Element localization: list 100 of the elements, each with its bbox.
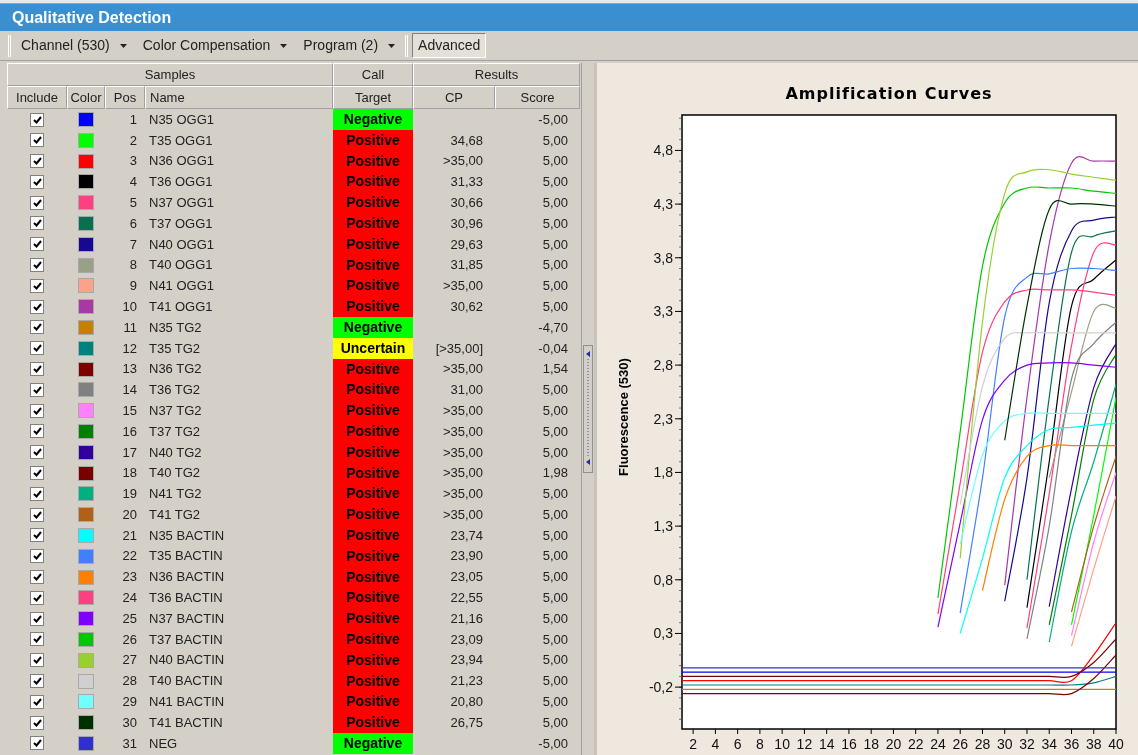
cp-value: 23,74: [450, 526, 483, 545]
column-header[interactable]: Color: [67, 86, 105, 109]
include-checkbox[interactable]: [30, 674, 44, 688]
include-checkbox[interactable]: [30, 154, 44, 169]
include-checkbox[interactable]: [30, 195, 44, 210]
include-checkbox[interactable]: [30, 528, 44, 543]
sample-name: T40 OGG1: [149, 256, 213, 275]
include-checkbox[interactable]: [30, 486, 44, 501]
position-text: 28: [122, 672, 137, 691]
position-text: 20: [122, 505, 137, 524]
x-tick-label: 40: [1108, 736, 1124, 752]
column-header[interactable]: Target: [333, 86, 413, 109]
y-tick-label: 4,3: [653, 196, 673, 213]
position-text: 15: [122, 401, 137, 420]
include-checkbox[interactable]: [30, 341, 44, 356]
include-checkbox[interactable]: [30, 320, 44, 335]
include-checkbox[interactable]: [30, 299, 44, 314]
score-value: 5,00: [542, 505, 568, 524]
sample-name: N41 TG2: [149, 485, 202, 504]
chart-title: Amplification Curves: [785, 84, 993, 103]
toolbar-dropdown[interactable]: Color Compensation: [136, 33, 294, 58]
x-tick-label: 22: [907, 736, 924, 752]
window-title: Qualitative Detection: [0, 4, 1138, 31]
sample-name: N37 BACTIN: [149, 609, 225, 628]
include-checkbox[interactable]: [30, 216, 44, 231]
call-label: Positive: [333, 420, 413, 442]
column-header[interactable]: Score: [495, 86, 580, 109]
cp-value: 21,23: [450, 672, 483, 691]
include-checkbox[interactable]: [30, 611, 44, 626]
x-tick-label: 8: [756, 736, 764, 752]
column-header[interactable]: Name: [145, 86, 333, 109]
sample-name: N36 BACTIN: [149, 568, 225, 587]
include-checkbox[interactable]: [30, 278, 44, 293]
include-checkbox[interactable]: [30, 632, 44, 647]
include-checkbox[interactable]: [30, 549, 44, 564]
toolbar-dropdown[interactable]: Program (2): [297, 33, 402, 58]
include-checkbox[interactable]: [30, 382, 44, 397]
cp-value: 22,55: [450, 589, 483, 608]
include-checkbox[interactable]: [30, 362, 44, 377]
position-text: 31: [122, 734, 137, 753]
position-text: 30: [122, 713, 137, 732]
call-label: Positive: [333, 213, 413, 234]
column-group-header: Call: [333, 63, 413, 86]
call-label: Positive: [333, 524, 413, 546]
include-checkbox[interactable]: [30, 258, 44, 273]
position-text: 10: [122, 297, 137, 316]
cp-value: [>35,00]: [435, 339, 483, 358]
call-label: Negative: [333, 109, 413, 130]
include-checkbox[interactable]: [30, 237, 44, 252]
call-label: Positive: [333, 275, 413, 297]
include-checkbox[interactable]: [30, 736, 44, 751]
position-text: 25: [122, 609, 137, 628]
cp-value: 29,63: [450, 235, 483, 254]
include-checkbox[interactable]: [30, 694, 44, 709]
include-checkbox[interactable]: [30, 570, 44, 585]
splitter-handle[interactable]: [583, 345, 593, 473]
x-tick-label: 4: [711, 736, 720, 752]
call-label: Positive: [333, 254, 413, 276]
include-checkbox[interactable]: [30, 590, 44, 605]
call-label: Positive: [333, 150, 413, 172]
score-value: 5,00: [542, 693, 568, 712]
x-tick-label: 24: [930, 736, 946, 752]
call-label: Positive: [333, 649, 413, 671]
include-checkbox[interactable]: [30, 403, 44, 418]
include-checkbox[interactable]: [30, 424, 44, 439]
score-value: 5,00: [542, 651, 568, 670]
include-checkbox[interactable]: [30, 445, 44, 460]
position-text: 29: [122, 693, 137, 712]
y-tick-label: 2,3: [653, 410, 673, 427]
cp-value: 23,90: [450, 547, 483, 566]
include-checkbox[interactable]: [30, 133, 44, 148]
column-group-header: Samples: [7, 63, 333, 86]
call-label: Positive: [333, 462, 413, 484]
call-label: Positive: [333, 358, 413, 380]
call-label: Negative: [333, 316, 413, 338]
x-tick-label: 30: [996, 736, 1013, 752]
cp-value: >35,00: [442, 152, 483, 171]
cp-value: 34,68: [450, 131, 483, 150]
call-label: Positive: [333, 233, 413, 255]
include-checkbox[interactable]: [30, 466, 44, 481]
score-value: 5,00: [542, 277, 568, 296]
toolbar-dropdown[interactable]: Channel (530): [15, 33, 133, 58]
sample-name: N36 TG2: [149, 360, 202, 379]
cp-value: 23,94: [450, 651, 483, 670]
column-header[interactable]: CP: [413, 86, 495, 109]
include-checkbox[interactable]: [30, 715, 44, 730]
include-checkbox[interactable]: [30, 507, 44, 522]
position-text: 26: [122, 630, 137, 649]
include-checkbox[interactable]: [30, 112, 44, 127]
x-tick-label: 14: [818, 736, 835, 752]
position-text: 2: [129, 131, 137, 150]
advanced-button[interactable]: Advanced: [412, 33, 487, 58]
position-text: 24: [122, 589, 137, 608]
column-header[interactable]: Include: [7, 86, 67, 109]
include-checkbox[interactable]: [30, 653, 44, 668]
call-label: Positive: [333, 441, 413, 463]
score-value: -4,70: [538, 318, 568, 337]
sample-name: T37 BACTIN: [149, 630, 223, 649]
include-checkbox[interactable]: [30, 174, 44, 189]
column-header[interactable]: Pos: [105, 86, 145, 109]
